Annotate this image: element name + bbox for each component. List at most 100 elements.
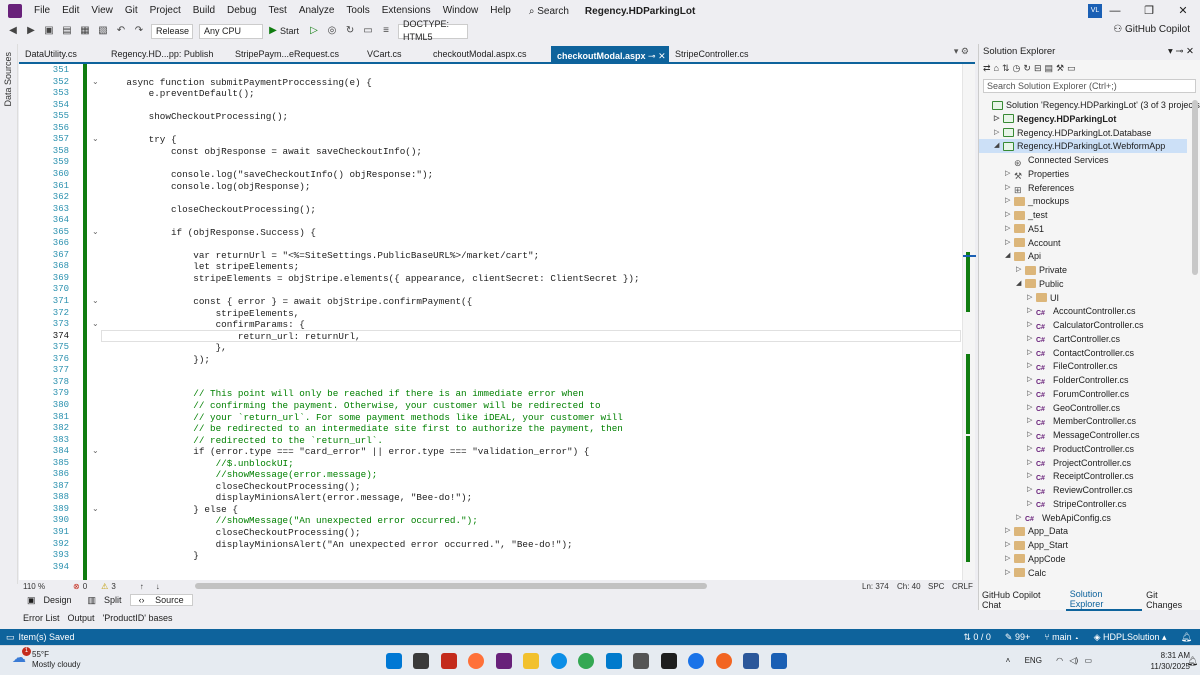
- tree-item[interactable]: ⊛ Connected Services: [1005, 153, 1109, 168]
- collapsed-arrow-icon[interactable]: ▷: [1027, 497, 1035, 511]
- design-view-tab[interactable]: ▣ Design: [19, 595, 80, 606]
- menu-build[interactable]: Build: [187, 0, 221, 22]
- tab-error-list[interactable]: Error List: [19, 613, 64, 623]
- code-line[interactable]: // confirming the payment. Otherwise, yo…: [104, 400, 600, 411]
- code-line[interactable]: showCheckoutProcessing();: [104, 111, 288, 122]
- firefox-icon[interactable]: [468, 653, 484, 669]
- show-all-files-icon[interactable]: ▤: [1044, 63, 1053, 74]
- error-sync-indicator[interactable]: ⇅ 0 / 0: [963, 629, 991, 645]
- tree-item[interactable]: ▷ Regency.HDParkingLot.Database: [994, 126, 1151, 140]
- tab-output[interactable]: Output: [64, 613, 99, 623]
- collapse-toggle-icon[interactable]: ⌄: [92, 134, 99, 143]
- tree-item[interactable]: ◢ Regency.HDParkingLot.WebformApp: [979, 139, 1187, 154]
- collapsed-arrow-icon[interactable]: ▷: [1005, 538, 1013, 552]
- menu-analyze[interactable]: Analyze: [293, 0, 341, 22]
- menu-git[interactable]: Git: [119, 0, 144, 22]
- code-line[interactable]: const objResponse = await saveCheckoutIn…: [104, 146, 422, 157]
- tree-item[interactable]: ▷ C# FileController.cs: [1027, 359, 1118, 373]
- code-editor[interactable]: 351 352 353 354 355 356 357 358 359 360 361 362 363 3…: [19, 62, 976, 580]
- collapsed-arrow-icon[interactable]: ▷: [1027, 483, 1035, 497]
- expanded-arrow-icon[interactable]: ◢: [1005, 249, 1013, 263]
- platform-select[interactable]: Any CPU: [199, 23, 263, 39]
- tab-stripecontroller[interactable]: StripeController.cs: [669, 46, 767, 62]
- tab-datautility[interactable]: DataUtility.cs: [19, 46, 105, 62]
- code-line[interactable]: },: [104, 342, 227, 353]
- redo-icon[interactable]: ↷: [132, 24, 146, 38]
- filezilla-icon[interactable]: [441, 653, 457, 669]
- terminal-icon[interactable]: [661, 653, 677, 669]
- tree-item[interactable]: Solution 'Regency.HDParkingLot' (3 of 3 …: [983, 98, 1200, 112]
- code-line[interactable]: return_url: returnUrl,: [104, 331, 361, 342]
- code-line[interactable]: //$.unblockUI;: [104, 458, 294, 469]
- split-view-tab[interactable]: ▥ Split: [80, 595, 130, 606]
- code-line[interactable]: var returnUrl = "<%=SiteSettings.PublicB…: [104, 250, 539, 261]
- code-line[interactable]: closeCheckoutProcessing();: [104, 481, 361, 492]
- zoom-level[interactable]: 110 %: [23, 582, 59, 591]
- collapse-toggle-icon[interactable]: ⌄: [92, 77, 99, 86]
- collapsed-arrow-icon[interactable]: ▷: [1027, 414, 1035, 428]
- code-line[interactable]: confirmParams: {: [104, 319, 305, 330]
- language-indicator[interactable]: ENG: [1025, 656, 1042, 665]
- tree-item[interactable]: ▷ C# ReviewController.cs: [1027, 483, 1133, 497]
- tree-item[interactable]: ▷ C# ReceiptController.cs: [1027, 469, 1134, 483]
- tree-item[interactable]: ▷ AppCode: [1005, 552, 1066, 566]
- weather-widget[interactable]: ☁ 1 55°F Mostly cloudy: [12, 647, 112, 670]
- panel-options-icon[interactable]: ▾ ⊸ ✕: [1168, 44, 1194, 60]
- solution-explorer-search[interactable]: Search Solution Explorer (Ctrl+;): [983, 79, 1196, 93]
- code-line[interactable]: // This point will only be reached if th…: [104, 388, 584, 399]
- menu-debug[interactable]: Debug: [221, 0, 262, 22]
- collapsed-arrow-icon[interactable]: ▷: [1027, 304, 1035, 318]
- collapsed-arrow-icon[interactable]: ▷: [1005, 222, 1013, 236]
- search-button[interactable]: ⌕ Search: [523, 6, 575, 17]
- collapsed-arrow-icon[interactable]: ▷: [994, 112, 1002, 126]
- error-count[interactable]: 0: [83, 582, 87, 591]
- code-line[interactable]: // be redirected to an intermediate site…: [104, 423, 623, 434]
- tree-item[interactable]: ◢ Public: [1016, 277, 1064, 291]
- tab-git-changes[interactable]: Git Changes: [1142, 590, 1200, 610]
- collapsed-arrow-icon[interactable]: ▷: [1005, 552, 1013, 566]
- editor-horizontal-scrollbar[interactable]: [195, 583, 707, 589]
- indent-icon[interactable]: ≡: [379, 24, 393, 38]
- chrome-icon[interactable]: [578, 653, 594, 669]
- collapsed-arrow-icon[interactable]: ▷: [1027, 442, 1035, 456]
- tree-item[interactable]: ▷ App_Start: [1005, 538, 1068, 552]
- refresh-icon[interactable]: ↻: [1023, 63, 1031, 74]
- menu-edit[interactable]: Edit: [56, 0, 85, 22]
- sync-icon[interactable]: ⇅: [1002, 63, 1010, 74]
- warning-count[interactable]: 3: [111, 582, 115, 591]
- collapsed-arrow-icon[interactable]: ▷: [1027, 332, 1035, 346]
- volume-icon[interactable]: ◁): [1069, 656, 1078, 665]
- tree-item[interactable]: ▷ C# ForumController.cs: [1027, 387, 1129, 401]
- tree-item[interactable]: ▷ ⊞ References: [1005, 181, 1074, 196]
- tree-item[interactable]: ▷ C# StripeController.cs: [1027, 497, 1127, 511]
- menu-file[interactable]: File: [28, 0, 56, 22]
- code-line[interactable]: closeCheckoutProcessing();: [104, 527, 361, 538]
- collapsed-arrow-icon[interactable]: ▷: [1027, 346, 1035, 360]
- code-line[interactable]: //showMessage("An unexpected error occur…: [104, 515, 478, 526]
- tab-productid-bases[interactable]: 'ProductID' bases: [99, 613, 177, 623]
- collapse-toggle-icon[interactable]: ⌄: [92, 227, 99, 236]
- tree-item[interactable]: ▷ C# WebApiConfig.cs: [1016, 511, 1111, 525]
- postman-icon[interactable]: [716, 653, 732, 669]
- close-icon[interactable]: ✕: [1166, 0, 1200, 22]
- browser-link-icon[interactable]: ▭: [361, 24, 375, 38]
- tab-vcart[interactable]: VCart.cs: [361, 46, 427, 62]
- code-line[interactable]: try {: [104, 134, 177, 145]
- tab-github-copilot-chat[interactable]: GitHub Copilot Chat: [978, 590, 1066, 610]
- clock[interactable]: 8:31 AM 11/30/2025: [1151, 650, 1190, 672]
- collapse-toggle-icon[interactable]: ⌄: [92, 296, 99, 305]
- tree-item[interactable]: ▷ _mockups: [1005, 194, 1069, 208]
- code-line[interactable]: } else {: [104, 504, 238, 515]
- code-line[interactable]: }: [104, 550, 199, 561]
- attach-icon[interactable]: ◎: [325, 24, 339, 38]
- tree-item[interactable]: ▷ C# MessageController.cs: [1027, 428, 1140, 442]
- save-icon[interactable]: ▦: [78, 24, 92, 38]
- doctype-select[interactable]: DOCTYPE: HTML5: [398, 19, 469, 42]
- branch-indicator[interactable]: ⑂ main ▴: [1044, 629, 1079, 645]
- home-icon[interactable]: ⌂: [994, 63, 999, 73]
- code-line[interactable]: let stripeElements;: [104, 261, 299, 272]
- collapsed-arrow-icon[interactable]: ▷: [1027, 291, 1035, 305]
- code-line[interactable]: console.log("saveCheckoutInfo() objRespo…: [104, 169, 433, 180]
- collapse-toggle-icon[interactable]: ⌄: [92, 504, 99, 513]
- tree-item[interactable]: ▷ C# ContactController.cs: [1027, 346, 1134, 360]
